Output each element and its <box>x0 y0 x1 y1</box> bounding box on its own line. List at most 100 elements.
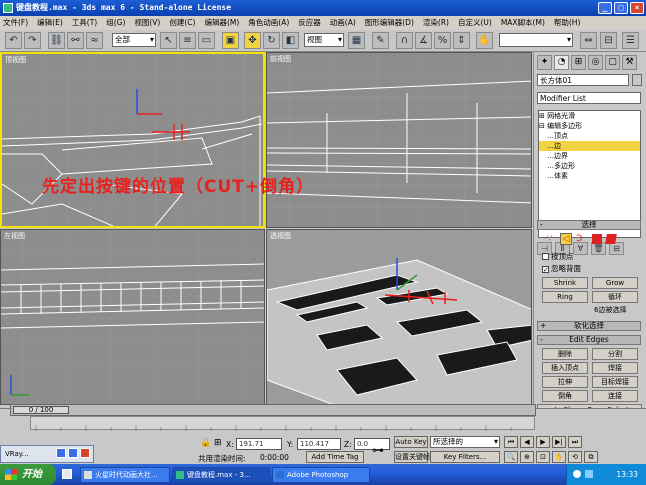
menu-edit[interactable]: 编辑(E) <box>37 16 63 30</box>
zoom-icon[interactable]: 🔍 <box>504 451 518 463</box>
utilities-tab-icon[interactable]: ⚒ <box>622 55 637 70</box>
viewport-left[interactable]: 左视图 <box>0 229 265 405</box>
menu-character[interactable]: 角色动画(A) <box>248 16 289 30</box>
key-icon[interactable]: ⊶ <box>372 443 384 457</box>
reference-coordinate-dropdown[interactable]: 视图 <box>304 33 344 47</box>
angle-snap-icon[interactable]: ∡ <box>415 32 432 49</box>
go-to-start-icon[interactable]: ⏮ <box>504 436 518 448</box>
lock-selection-icon[interactable]: 🔒 <box>200 438 211 448</box>
stack-item-polygon[interactable]: …多边形 <box>539 161 640 171</box>
menu-rendering[interactable]: 渲染(R) <box>423 16 449 30</box>
go-to-end-icon[interactable]: ⏭ <box>568 436 582 448</box>
maximize-button[interactable]: □ <box>614 2 628 14</box>
viewport-label-left[interactable]: 左视图 <box>4 231 25 241</box>
object-name-field[interactable]: 长方体01 <box>537 74 629 86</box>
menu-group[interactable]: 组(G) <box>106 16 125 30</box>
viewport-label-top[interactable]: 顶视图 <box>5 55 26 65</box>
object-color-swatch[interactable] <box>632 74 642 86</box>
rollout-edit-edges-header[interactable]: - Edit Edges <box>537 335 641 345</box>
key-filters-button[interactable]: Key Filters... <box>430 451 500 463</box>
auto-key-button[interactable]: Auto Key <box>394 436 428 448</box>
by-vertex-checkbox[interactable]: 按顶点 <box>542 251 574 262</box>
rollout-soft-selection-header[interactable]: + 软化选择 <box>537 321 641 331</box>
time-slider[interactable]: 0 / 100 <box>13 406 69 414</box>
menu-help[interactable]: 帮助(H) <box>554 16 581 30</box>
network-icon[interactable] <box>573 470 581 478</box>
viewport-label-front[interactable]: 前视图 <box>270 54 291 64</box>
weld-button[interactable]: 焊接 <box>592 362 638 374</box>
pivot-center-icon[interactable]: ▦ <box>348 32 365 49</box>
quick-launch-icon[interactable] <box>62 469 72 479</box>
ring-button[interactable]: Ring <box>542 291 588 303</box>
stack-item-meshsmooth[interactable]: ⊞ 网格光滑 <box>539 111 640 121</box>
x-coordinate-field[interactable]: 191.71 <box>236 438 282 450</box>
redo-icon[interactable]: ↷ <box>24 32 41 49</box>
motion-tab-icon[interactable]: ◎ <box>588 55 603 70</box>
play-icon[interactable]: ▶ <box>536 436 550 448</box>
absolute-mode-icon[interactable]: ⊞ <box>214 438 222 448</box>
shrink-button[interactable]: Shrink <box>542 277 588 289</box>
insert-vertex-button[interactable]: 插入顶点 <box>542 362 588 374</box>
stack-item-element[interactable]: …体素 <box>539 171 640 181</box>
stack-item-border[interactable]: …边界 <box>539 151 640 161</box>
chamfer-button[interactable]: 倒角 <box>542 390 588 402</box>
taskbar-item-photoshop[interactable]: Adobe Photoshop <box>272 467 370 483</box>
split-button[interactable]: 分割 <box>592 348 638 360</box>
polygon-level-icon[interactable] <box>592 234 602 244</box>
menu-graph-editors[interactable]: 图形编辑器(D) <box>365 16 414 30</box>
border-level-icon[interactable]: Ↄ <box>576 233 588 245</box>
timeline-ruler[interactable] <box>30 416 535 431</box>
time-slider-track[interactable]: 0 / 100 <box>10 404 536 416</box>
viewport-front[interactable]: 前视图 <box>266 52 532 228</box>
zoom-extents-icon[interactable]: ⊡ <box>536 451 550 463</box>
y-coordinate-field[interactable]: 110.417 <box>297 438 341 450</box>
viewport-perspective[interactable]: 透视图 <box>266 229 532 405</box>
stack-item-edge[interactable]: …边 <box>539 141 640 151</box>
stack-item-vertex[interactable]: …顶点 <box>539 131 640 141</box>
ignore-backfacing-checkbox[interactable]: ✓ 忽略背面 <box>542 263 581 274</box>
vray-restore-button[interactable] <box>68 448 78 458</box>
display-tab-icon[interactable]: ▢ <box>605 55 620 70</box>
menu-file[interactable]: 文件(F) <box>3 16 28 30</box>
connect-button[interactable]: 连接 <box>592 390 638 402</box>
clock[interactable]: 13:33 <box>616 470 638 479</box>
add-time-tag-button[interactable]: Add Time Tag <box>306 451 364 463</box>
volume-icon[interactable] <box>585 470 593 478</box>
previous-frame-icon[interactable]: ◀ <box>520 436 534 448</box>
zoom-all-icon[interactable]: ⊕ <box>520 451 534 463</box>
pan-icon[interactable]: ✋ <box>552 451 566 463</box>
named-selection-dropdown[interactable] <box>499 33 573 47</box>
menu-view[interactable]: 视图(V) <box>134 16 160 30</box>
extrude-button[interactable]: 拉伸 <box>542 376 588 388</box>
select-move-icon[interactable]: ✥ <box>244 32 261 49</box>
viewport-top[interactable]: 顶视图 <box>0 52 265 228</box>
menu-maxscript[interactable]: MAX脚本(M) <box>501 16 545 30</box>
menu-modifiers[interactable]: 编辑器(M) <box>204 16 239 30</box>
menu-animation[interactable]: 动画(A) <box>330 16 356 30</box>
mirror-icon[interactable]: ⇔ <box>580 32 597 49</box>
target-weld-button[interactable]: 目标焊接 <box>592 376 638 388</box>
select-object-icon[interactable]: ↖ <box>160 32 177 49</box>
hierarchy-tab-icon[interactable]: ⊞ <box>571 55 586 70</box>
unlink-icon[interactable]: ⚯ <box>67 32 84 49</box>
remove-button[interactable]: 删除 <box>542 348 588 360</box>
menu-create[interactable]: 创建(C) <box>169 16 195 30</box>
rollout-selection-header[interactable]: - 选择 <box>537 220 641 230</box>
stack-item-edit-poly[interactable]: ⊟ 编辑多边形 <box>539 121 640 131</box>
create-tab-icon[interactable]: ✦ <box>537 55 552 70</box>
key-selection-dropdown[interactable]: 所选择的 <box>430 436 500 448</box>
window-crossing-icon[interactable]: ▣ <box>222 32 239 49</box>
set-key-button[interactable]: 设置关键帧 <box>394 451 430 463</box>
taskbar-item-3dsmax[interactable]: 键盘教程.max - 3... <box>172 467 270 483</box>
vertex-level-icon[interactable]: ·∵ <box>544 233 556 245</box>
spinner-snap-icon[interactable]: ⇕ <box>453 32 470 49</box>
vray-floating-window[interactable]: VRay... <box>0 445 94 463</box>
bind-space-warp-icon[interactable]: ≈ <box>86 32 103 49</box>
menu-tools[interactable]: 工具(T) <box>72 16 97 30</box>
element-level-icon[interactable] <box>605 234 617 244</box>
align-icon[interactable]: ⊟ <box>600 32 617 49</box>
link-icon[interactable]: ⛓ <box>48 32 65 49</box>
modifier-list-dropdown[interactable]: Modifier List <box>537 92 641 104</box>
loop-button[interactable]: 循环 <box>592 291 638 303</box>
viewport-label-perspective[interactable]: 透视图 <box>270 231 291 241</box>
